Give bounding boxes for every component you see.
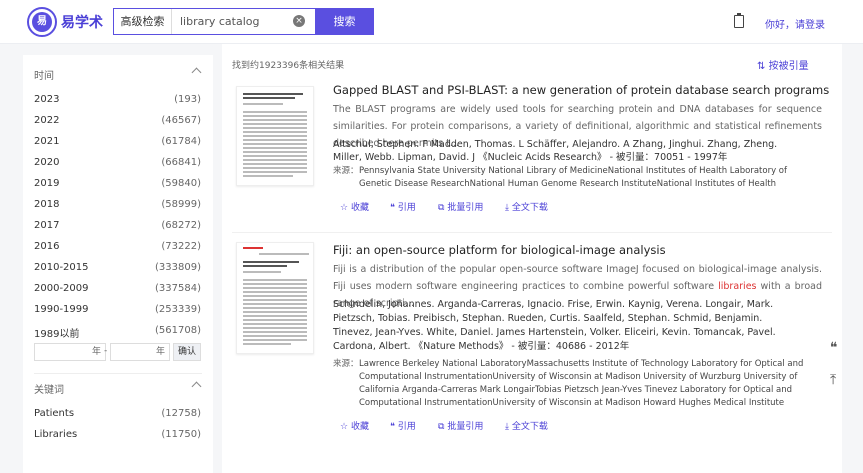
year-label: 1990-1999 (34, 304, 89, 315)
year-count: (59840) (161, 178, 201, 189)
download-icon: ⤓ (505, 203, 509, 213)
batch-cite-button[interactable]: ⧉ 批量引用 (438, 419, 483, 432)
result-source: 来源： Lawrence Berkeley National Laborator… (333, 358, 813, 410)
year-count: (58999) (161, 199, 201, 210)
keyword-count: (11750) (161, 429, 201, 440)
year-confirm-button[interactable]: 确认 (173, 343, 201, 361)
section-divider (34, 373, 202, 374)
chevron-up-icon[interactable] (191, 381, 202, 392)
sort-label: 按被引量 (768, 61, 809, 72)
source-label: 来源： (333, 166, 359, 176)
year-label: 2018 (34, 199, 60, 210)
back-to-top-icon[interactable]: ⤒ (830, 372, 836, 388)
search-button[interactable]: 搜索 (315, 8, 374, 35)
time-filter-title: 时间 (34, 71, 54, 82)
year-label: 1989以前 (34, 329, 80, 340)
favorite-button[interactable]: ☆ 收藏 (340, 200, 369, 213)
result-divider (232, 232, 832, 233)
year-label: 2000-2009 (34, 283, 89, 294)
cite-button[interactable]: ❝ 引用 (390, 419, 416, 432)
sort-by-citations-button[interactable]: ⇅ 按被引量 (757, 57, 809, 72)
advanced-search-button[interactable]: 高级检索 (114, 9, 172, 34)
copy-icon: ⧉ (438, 422, 445, 432)
download-icon: ⤓ (505, 422, 509, 432)
year-count: (333809) (155, 262, 201, 273)
batch-cite-button[interactable]: ⧉ 批量引用 (438, 200, 483, 213)
sort-icon: ⇅ (757, 61, 766, 72)
star-icon: ☆ (340, 203, 349, 213)
fulltext-download-button[interactable]: ⤓ 全文下载 (505, 419, 548, 432)
year-label: 2017 (34, 220, 60, 231)
result-item: Gapped BLAST and PSI-BLAST: a new genera… (222, 78, 842, 254)
fulltext-download-button[interactable]: ⤓ 全文下载 (505, 200, 548, 213)
clipboard-icon[interactable] (734, 13, 744, 28)
favorite-button[interactable]: ☆ 收藏 (340, 419, 369, 432)
search-input[interactable] (180, 9, 288, 34)
login-link[interactable]: 你好，请登录 (765, 16, 825, 31)
year-count: (61784) (161, 136, 201, 147)
clear-icon[interactable]: × (293, 15, 305, 27)
result-count: 找到约1923396条相关结果 (232, 61, 345, 71)
result-authors: Altschul, Stephen. F Madden, Thomas. L S… (333, 139, 778, 163)
source-text: Lawrence Berkeley National LaboratoryMas… (359, 359, 804, 408)
results-panel: 找到约1923396条相关结果 ⇅ 按被引量 Gapped BLAST and … (222, 44, 842, 473)
year-label: 2022 (34, 115, 60, 126)
source-text: Pennsylvania State University National L… (359, 166, 787, 189)
year-label: 2021 (34, 136, 60, 147)
source-label: 来源： (333, 359, 359, 369)
year-count: (46567) (161, 115, 201, 126)
paper-thumbnail[interactable] (236, 242, 314, 354)
year-label: 2023 (34, 94, 60, 105)
year-count: (193) (174, 94, 201, 105)
logo-mark: 易 (32, 12, 52, 32)
year-from-input[interactable]: 年 (34, 343, 106, 361)
top-bar: 易 易学术 高级检索 × 搜索 你好，请登录 (0, 0, 863, 44)
result-item: Fiji: an open-source platform for biolog… (222, 236, 842, 473)
quote-icon[interactable]: ❝ (830, 340, 838, 356)
keyword-count: (12758) (161, 408, 201, 419)
keyword-label: Patients (34, 408, 75, 419)
cite-button[interactable]: ❝ 引用 (390, 200, 416, 213)
keyword-label: Libraries (34, 429, 78, 440)
quote-icon: ❝ (390, 203, 395, 213)
result-source: 来源： Pennsylvania State University Nation… (333, 165, 813, 191)
year-label: 2016 (34, 241, 60, 252)
search-box: 高级检索 × (113, 8, 315, 35)
highlighted-keyword: libraries (718, 281, 757, 292)
year-label: 2010-2015 (34, 262, 89, 273)
result-authors: Schindelin, Johannes. Arganda-Carreras, … (333, 299, 776, 352)
year-count: (68272) (161, 220, 201, 231)
year-count: (66841) (161, 157, 201, 168)
year-count: (73222) (161, 241, 201, 252)
copy-icon: ⧉ (438, 203, 445, 213)
star-icon: ☆ (340, 422, 349, 432)
site-logo[interactable]: 易 (27, 7, 57, 37)
year-count: (337584) (155, 283, 201, 294)
chevron-up-icon[interactable] (191, 67, 202, 78)
filter-sidebar: 时间 2023 (193) 2022 (46567) 2021 (61784) 202… (23, 55, 213, 473)
result-title[interactable]: Gapped BLAST and PSI-BLAST: a new genera… (333, 83, 829, 97)
brand-name[interactable]: 易学术 (61, 12, 103, 32)
result-title[interactable]: Fiji: an open-source platform for biolog… (333, 243, 666, 257)
keyword-filter-title: 关键词 (34, 385, 64, 396)
year-label: 2020 (34, 157, 60, 168)
paper-thumbnail[interactable] (236, 86, 314, 186)
quote-icon: ❝ (390, 422, 395, 432)
year-to-input[interactable]: 年 (110, 343, 170, 361)
year-count: (253339) (155, 304, 201, 315)
range-dash: - (104, 346, 108, 356)
year-label: 2019 (34, 178, 60, 189)
year-count: (561708) (155, 325, 201, 336)
